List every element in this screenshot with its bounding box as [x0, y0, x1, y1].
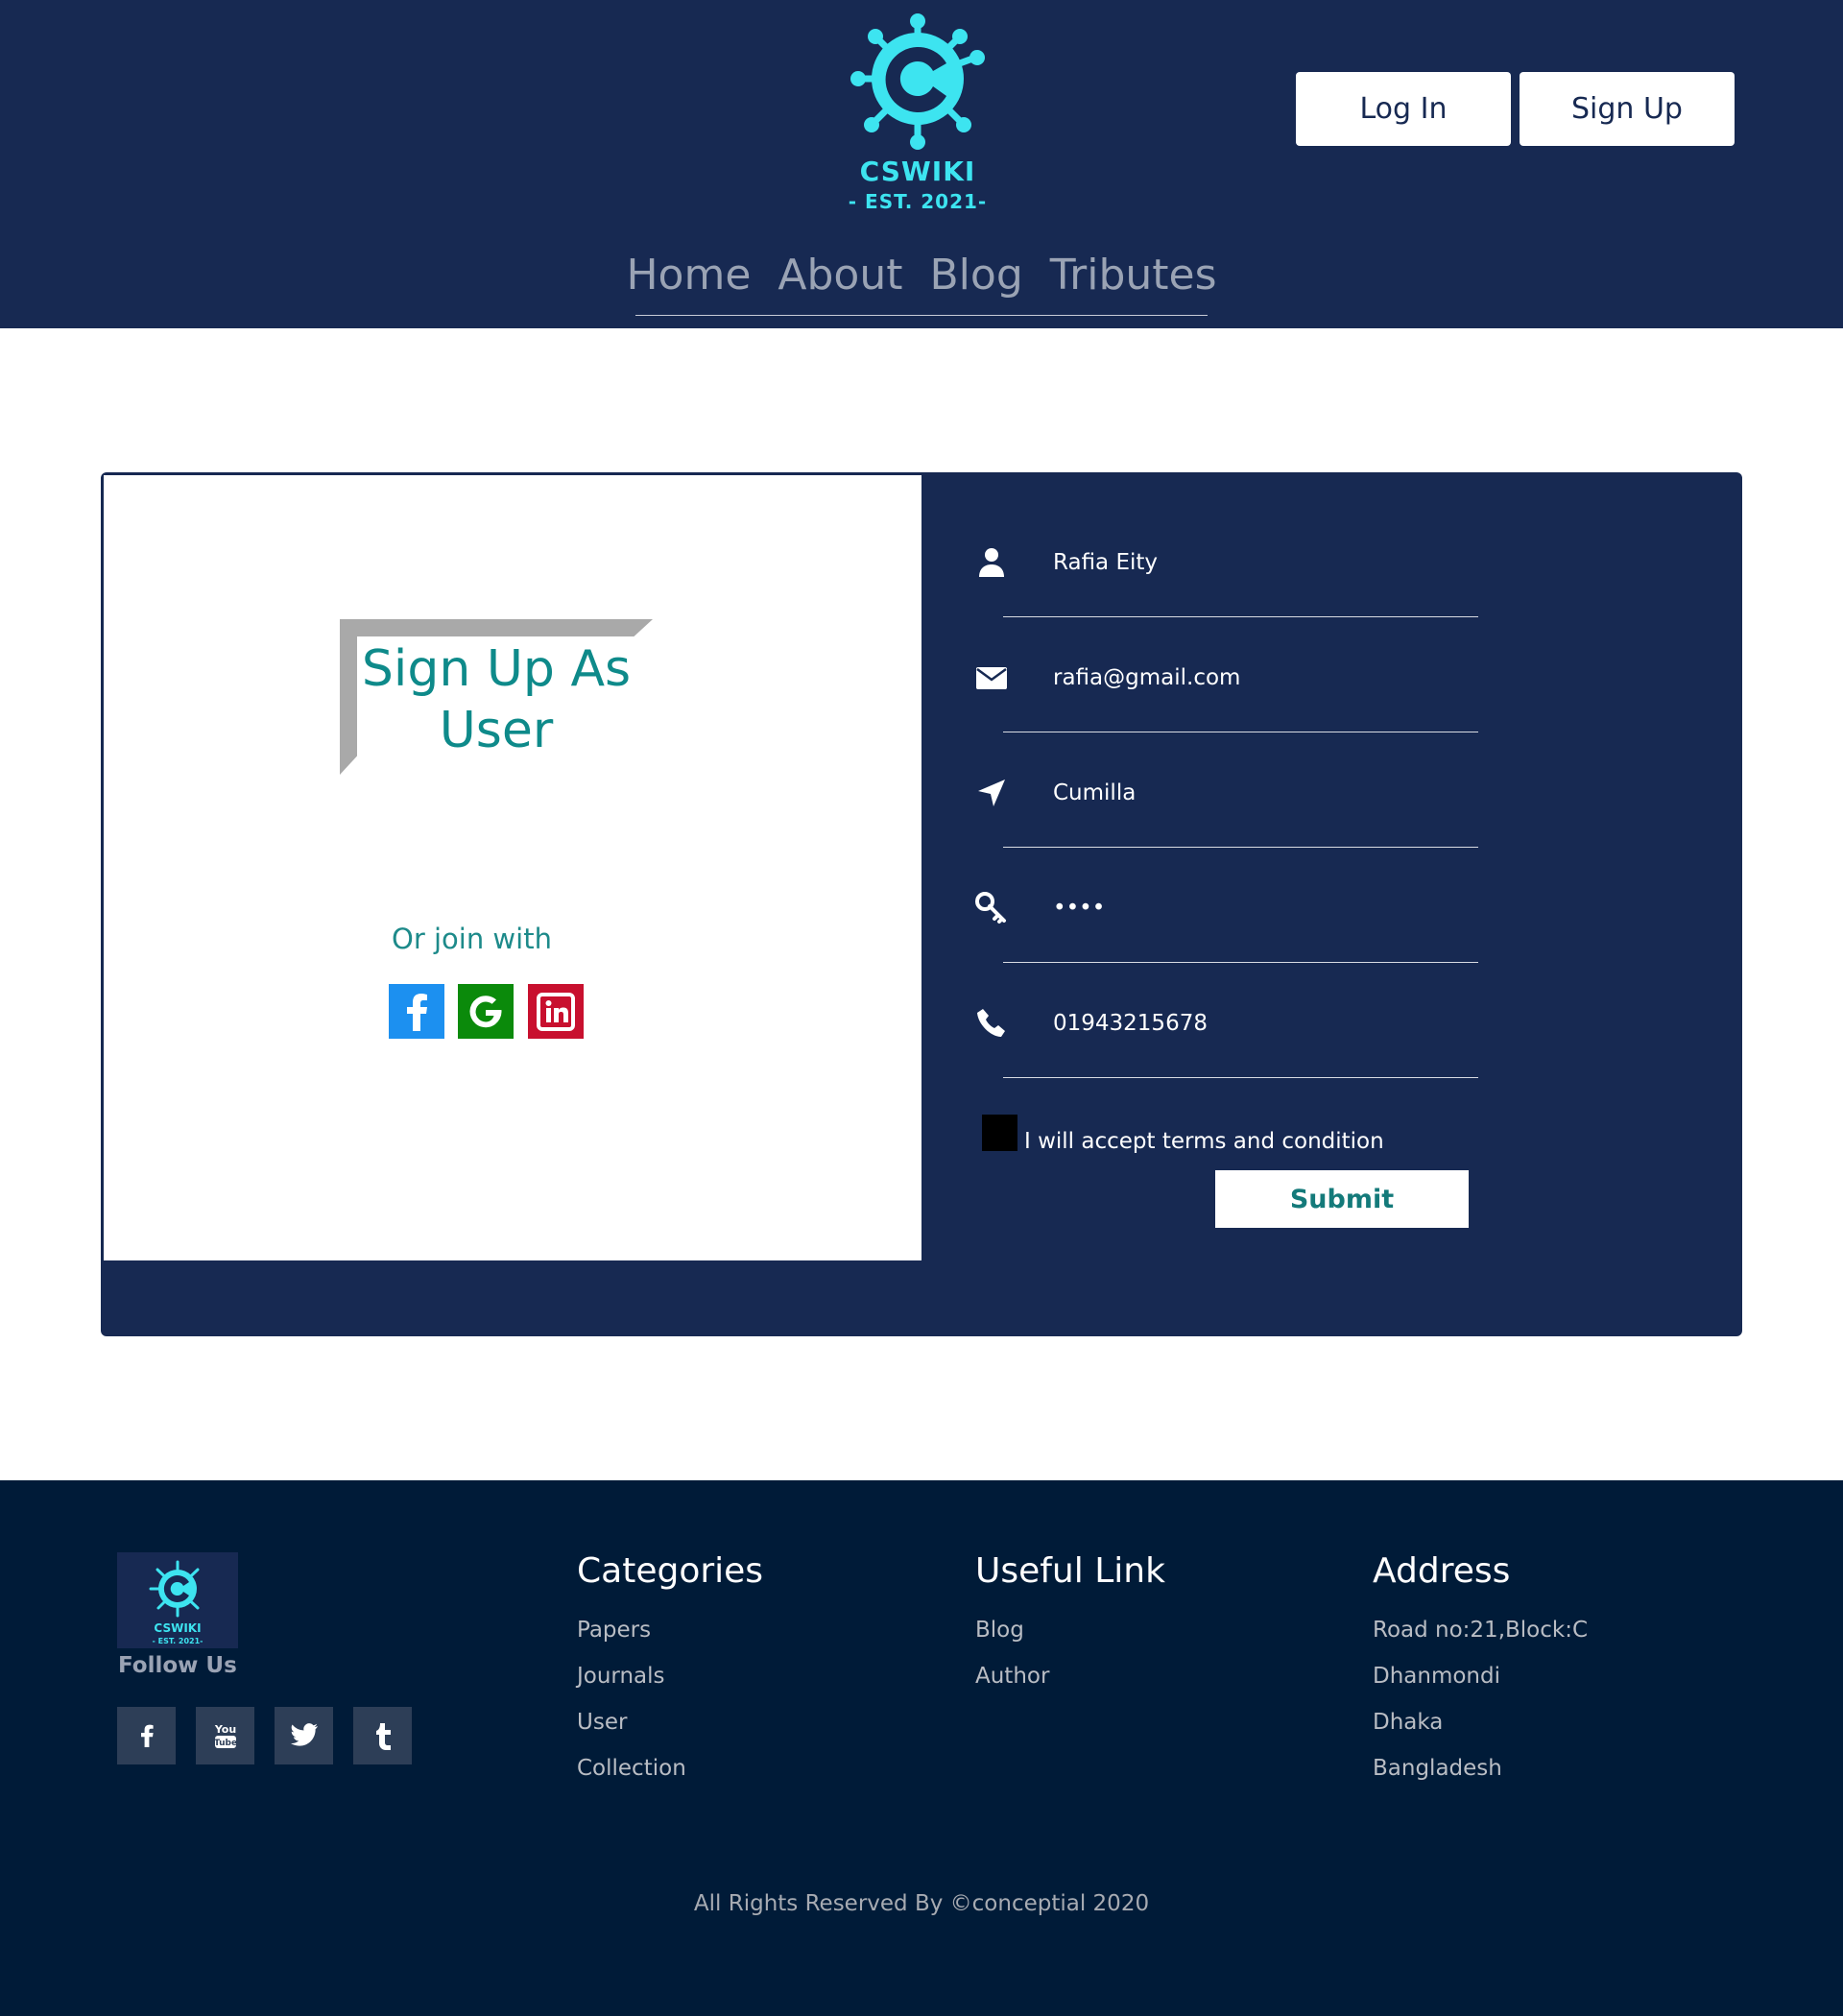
- title-ribbon-top: [340, 619, 653, 636]
- svg-text:CSWIKI: CSWIKI: [154, 1621, 201, 1635]
- join-linkedin-button[interactable]: [528, 984, 584, 1039]
- signup-title: Sign Up As User: [361, 640, 632, 759]
- join-google-button[interactable]: [458, 984, 514, 1039]
- signup-button[interactable]: Sign Up: [1520, 72, 1735, 146]
- svg-text:- EST. 2021-: - EST. 2021-: [153, 1637, 203, 1645]
- category-link-user[interactable]: User: [577, 1710, 627, 1735]
- address-line: Dhanmondi: [1373, 1664, 1501, 1689]
- facebook-icon: [407, 993, 427, 1031]
- youtube-icon: You Tube: [213, 1723, 237, 1748]
- useful-link-author[interactable]: Author: [975, 1664, 1049, 1689]
- location-field: [974, 749, 1512, 864]
- category-link-collection[interactable]: Collection: [577, 1756, 686, 1781]
- location-arrow-icon: [978, 780, 1005, 806]
- envelope-icon: [976, 667, 1007, 689]
- logo-tagline: - EST. 2021-: [848, 190, 988, 213]
- phone-input[interactable]: [1053, 1004, 1418, 1043]
- join-label: Or join with: [392, 923, 552, 955]
- user-icon: [979, 548, 1004, 577]
- email-input[interactable]: [1053, 659, 1418, 697]
- tumblr-icon: [375, 1723, 391, 1750]
- key-icon: [975, 892, 1006, 924]
- linkedin-icon: [537, 992, 575, 1031]
- svg-text:Tube: Tube: [213, 1739, 236, 1748]
- site-logo[interactable]: CSWIKI - EST. 2021-: [785, 10, 1050, 213]
- site-footer: CSWIKI - EST. 2021- Follow Us You Tube C…: [0, 1480, 1843, 2016]
- footer-facebook-button[interactable]: [117, 1707, 176, 1764]
- site-header: CSWIKI - EST. 2021- Log In Sign Up Home …: [0, 0, 1843, 328]
- logo-name: CSWIKI: [859, 156, 976, 187]
- submit-button[interactable]: Submit: [1215, 1170, 1469, 1228]
- password-underline: [1003, 962, 1478, 963]
- virus-c-icon: CSWIKI - EST. 2021-: [149, 1560, 203, 1645]
- follow-us-label: Follow Us: [118, 1653, 237, 1678]
- google-icon: [469, 995, 502, 1027]
- category-link-papers[interactable]: Papers: [577, 1618, 651, 1643]
- name-input[interactable]: [1053, 543, 1418, 582]
- useful-link-blog[interactable]: Blog: [975, 1618, 1024, 1643]
- twitter-icon: [290, 1723, 318, 1746]
- footer-youtube-button[interactable]: You Tube: [196, 1707, 254, 1764]
- copyright-text: All Rights Reserved By ©conceptial 2020: [693, 1891, 1150, 1916]
- phone-field: [974, 979, 1512, 1094]
- svg-text:You: You: [213, 1723, 235, 1736]
- nav-about[interactable]: About: [778, 245, 902, 315]
- password-input[interactable]: [1053, 889, 1418, 927]
- name-field: [974, 518, 1512, 634]
- main-nav: Home About Blog Tributes: [626, 245, 1217, 316]
- join-facebook-button[interactable]: [389, 984, 444, 1039]
- categories-title: Categories: [577, 1551, 764, 1591]
- phone-underline: [1003, 1077, 1478, 1078]
- name-underline: [1003, 616, 1478, 617]
- terms-label: I will accept terms and condition: [1024, 1129, 1384, 1154]
- footer-tumblr-button[interactable]: [353, 1707, 412, 1764]
- virus-c-icon: [850, 13, 985, 150]
- phone-icon: [977, 1009, 1005, 1037]
- password-field: [974, 864, 1512, 979]
- email-field: [974, 634, 1512, 749]
- nav-blog[interactable]: Blog: [929, 245, 1022, 315]
- address-line: Road no:21,Block:C: [1373, 1618, 1589, 1643]
- address-title: Address: [1373, 1551, 1511, 1591]
- footer-twitter-button[interactable]: [275, 1707, 333, 1764]
- address-line: Dhaka: [1373, 1710, 1444, 1735]
- nav-tributes[interactable]: Tributes: [1050, 245, 1217, 315]
- login-button[interactable]: Log In: [1296, 72, 1511, 146]
- location-input[interactable]: [1053, 774, 1418, 812]
- footer-logo[interactable]: CSWIKI - EST. 2021-: [117, 1552, 238, 1648]
- address-line: Bangladesh: [1373, 1756, 1502, 1781]
- signup-left-panel: Sign Up As User Or join with: [104, 475, 922, 1260]
- nav-home[interactable]: Home: [626, 245, 751, 315]
- facebook-icon: [140, 1724, 154, 1747]
- category-link-journals[interactable]: Journals: [577, 1664, 665, 1689]
- terms-checkbox[interactable]: [982, 1115, 1017, 1151]
- location-underline: [1003, 847, 1478, 848]
- useful-link-title: Useful Link: [975, 1551, 1165, 1591]
